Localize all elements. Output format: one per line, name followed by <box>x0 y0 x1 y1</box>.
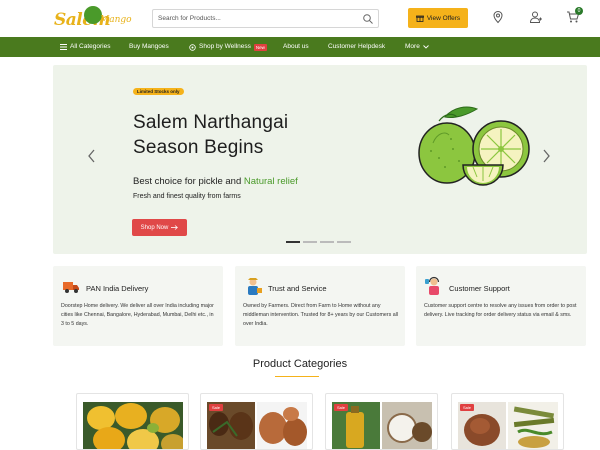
heading-underline <box>275 376 319 377</box>
shop-now-label: Shop Now <box>140 224 169 231</box>
feature-card-support: Customer Support Customer support centre… <box>416 266 586 346</box>
sale-badge: Sale <box>209 404 224 411</box>
feature-title: Customer Support <box>449 284 510 293</box>
carousel-dot[interactable] <box>337 241 351 243</box>
hero-subtitle-highlight: Natural relief <box>243 176 298 187</box>
location-icon[interactable] <box>491 10 505 24</box>
wellness-icon <box>189 43 196 51</box>
site-logo[interactable]: Salem Mango <box>54 6 132 32</box>
carousel-dot[interactable] <box>320 241 334 243</box>
carousel-next-icon[interactable] <box>539 146 553 166</box>
category-card[interactable] <box>76 393 189 450</box>
support-icon <box>425 276 440 295</box>
feature-card-trust: Trust and Service Owned by Farmers. Dire… <box>235 266 405 346</box>
shop-now-button[interactable]: Shop Now <box>132 219 187 236</box>
logo-sub-text: Mango <box>100 15 132 25</box>
farmer-icon <box>248 278 262 295</box>
view-offers-label: View Offers <box>426 14 461 22</box>
carousel-indicators <box>286 241 351 243</box>
hero-tagline: Fresh and finest quality from farms <box>133 193 241 200</box>
category-card[interactable]: Sale <box>325 393 438 450</box>
nav-all-categories[interactable]: All Categories <box>60 37 110 57</box>
nav-shop-by-wellness[interactable]: Shop by Wellness New <box>189 37 267 57</box>
carousel-dot[interactable] <box>286 241 300 243</box>
category-card[interactable]: Sale <box>200 393 313 450</box>
feature-title: Trust and Service <box>268 284 327 293</box>
hero-title: Salem Narthangai Season Begins <box>133 110 288 160</box>
mangoes-image <box>83 402 183 449</box>
new-badge: New <box>253 43 267 51</box>
arrow-right-icon <box>171 225 179 230</box>
carousel-prev-icon[interactable] <box>85 146 99 166</box>
feature-description: Doorstep Home delivery. We deliver all o… <box>61 303 214 327</box>
nav-buy-mangoes[interactable]: Buy Mangoes <box>129 37 169 57</box>
carousel-dot[interactable] <box>303 241 317 243</box>
limited-stock-badge: Limited Stocks only <box>133 88 184 95</box>
nav-buy-mangoes-label: Buy Mangoes <box>129 43 169 50</box>
nav-about-us[interactable]: About us <box>283 37 309 57</box>
delivery-icon <box>63 282 79 293</box>
cart-count-badge: 0 <box>575 7 583 15</box>
nav-shop-by-wellness-label: Shop by Wellness <box>199 43 251 50</box>
gift-icon <box>415 15 424 22</box>
sale-badge: Sale <box>334 404 349 411</box>
sale-badge: Sale <box>460 404 475 411</box>
feature-description: Owned by Farmers. Direct from Farm to Ho… <box>243 303 399 327</box>
hero-banner: Limited Stocks only Salem Narthangai Sea… <box>53 65 587 254</box>
main-nav: All Categories Buy Mangoes Shop by Welln… <box>0 37 600 57</box>
site-header: Salem Mango View Offers 0 <box>0 0 600 37</box>
nav-more-label: More <box>405 43 420 50</box>
user-account-icon[interactable] <box>529 10 543 24</box>
nav-about-us-label: About us <box>283 43 309 50</box>
hero-subtitle-text: Best choice for pickle and <box>133 176 244 187</box>
search-bar <box>152 9 379 28</box>
nav-more[interactable]: More <box>405 37 429 57</box>
nav-all-categories-label: All Categories <box>70 43 111 50</box>
nav-customer-helpdesk[interactable]: Customer Helpdesk <box>328 37 385 57</box>
nav-customer-helpdesk-label: Customer Helpdesk <box>328 43 386 50</box>
gooseberry-fruit-illustration <box>418 106 530 186</box>
feature-card-delivery: PAN India Delivery Doorstep Home deliver… <box>53 266 223 346</box>
search-icon[interactable] <box>362 13 374 25</box>
chevron-down-icon <box>422 45 429 49</box>
hero-subtitle: Best choice for pickle and Natural relie… <box>133 176 298 187</box>
category-card[interactable]: Sale <box>451 393 564 450</box>
menu-icon <box>60 44 67 50</box>
feature-title: PAN India Delivery <box>86 284 149 293</box>
search-input[interactable] <box>158 12 358 25</box>
hero-title-line1: Salem Narthangai <box>133 112 289 133</box>
hero-title-line2: Season Begins <box>133 137 264 158</box>
section-heading: Product Categories <box>252 358 348 370</box>
view-offers-button[interactable]: View Offers <box>408 8 468 28</box>
feature-description: Customer support centre to resolve any i… <box>424 303 577 318</box>
